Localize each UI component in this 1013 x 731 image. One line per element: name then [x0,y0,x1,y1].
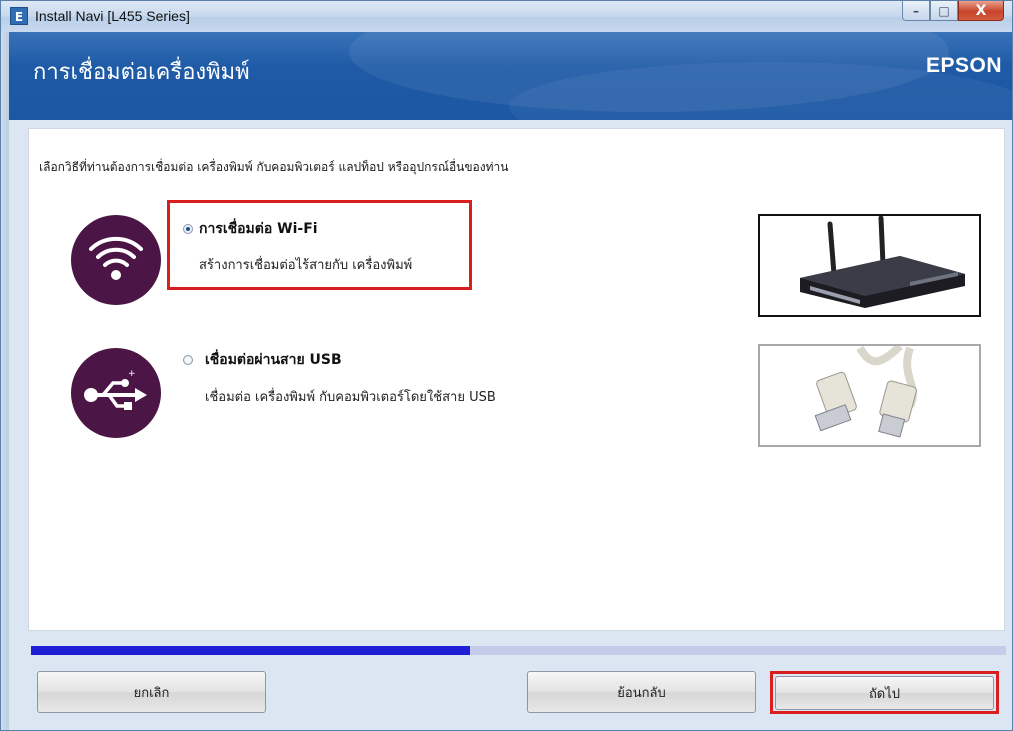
progress-fill [31,646,470,655]
svg-text:+: + [128,369,136,379]
title-bar[interactable]: E Install Navi [L455 Series] – □ X [1,1,1012,32]
installer-window: E Install Navi [L455 Series] – □ X การเช… [0,0,1013,731]
minimize-button[interactable]: – [902,1,930,21]
footer: ยกเลิก ย้อนกลับ ถัดไป [9,656,1012,730]
wifi-option-title[interactable]: การเชื่อมต่อ Wi-Fi [199,218,318,240]
usb-radio[interactable] [183,355,193,365]
page-title: การเชื่อมต่อเครื่องพิมพ์ [33,60,250,85]
window-controls: – □ X [902,1,1004,23]
wifi-radio[interactable] [183,224,193,234]
close-button[interactable]: X [958,1,1004,21]
usb-cable-image [758,343,981,447]
progress-bar [31,646,1006,655]
usb-option-title[interactable]: เชื่อมต่อผ่านสาย USB [205,349,342,371]
wifi-option-description: สร้างการเชื่อมต่อไร้สายกับ เครื่องพิมพ์ [199,258,413,273]
next-button[interactable]: ถัดไป [775,676,994,710]
header-banner: การเชื่อมต่อเครื่องพิมพ์ EPSON [9,32,1012,120]
content-panel: เลือกวิธีที่ท่านต้องการเชื่อมต่อ เครื่อง… [28,128,1005,631]
window-frame-left [1,32,9,730]
instruction-text: เลือกวิธีที่ท่านต้องการเชื่อมต่อ เครื่อง… [39,160,509,174]
wifi-icon [71,215,161,305]
usb-option-description: เชื่อมต่อ เครื่องพิมพ์ กับคอมพิวเตอร์โดย… [205,390,496,405]
back-button[interactable]: ย้อนกลับ [527,671,756,713]
app-icon: E [10,7,28,25]
usb-icon: + [71,348,161,438]
maximize-button[interactable]: □ [930,1,958,21]
brand-logo: EPSON [925,54,1002,77]
wifi-option-highlight [167,200,472,290]
cancel-button[interactable]: ยกเลิก [37,671,266,713]
router-image [758,214,981,317]
window-title: Install Navi [L455 Series] [35,8,190,24]
